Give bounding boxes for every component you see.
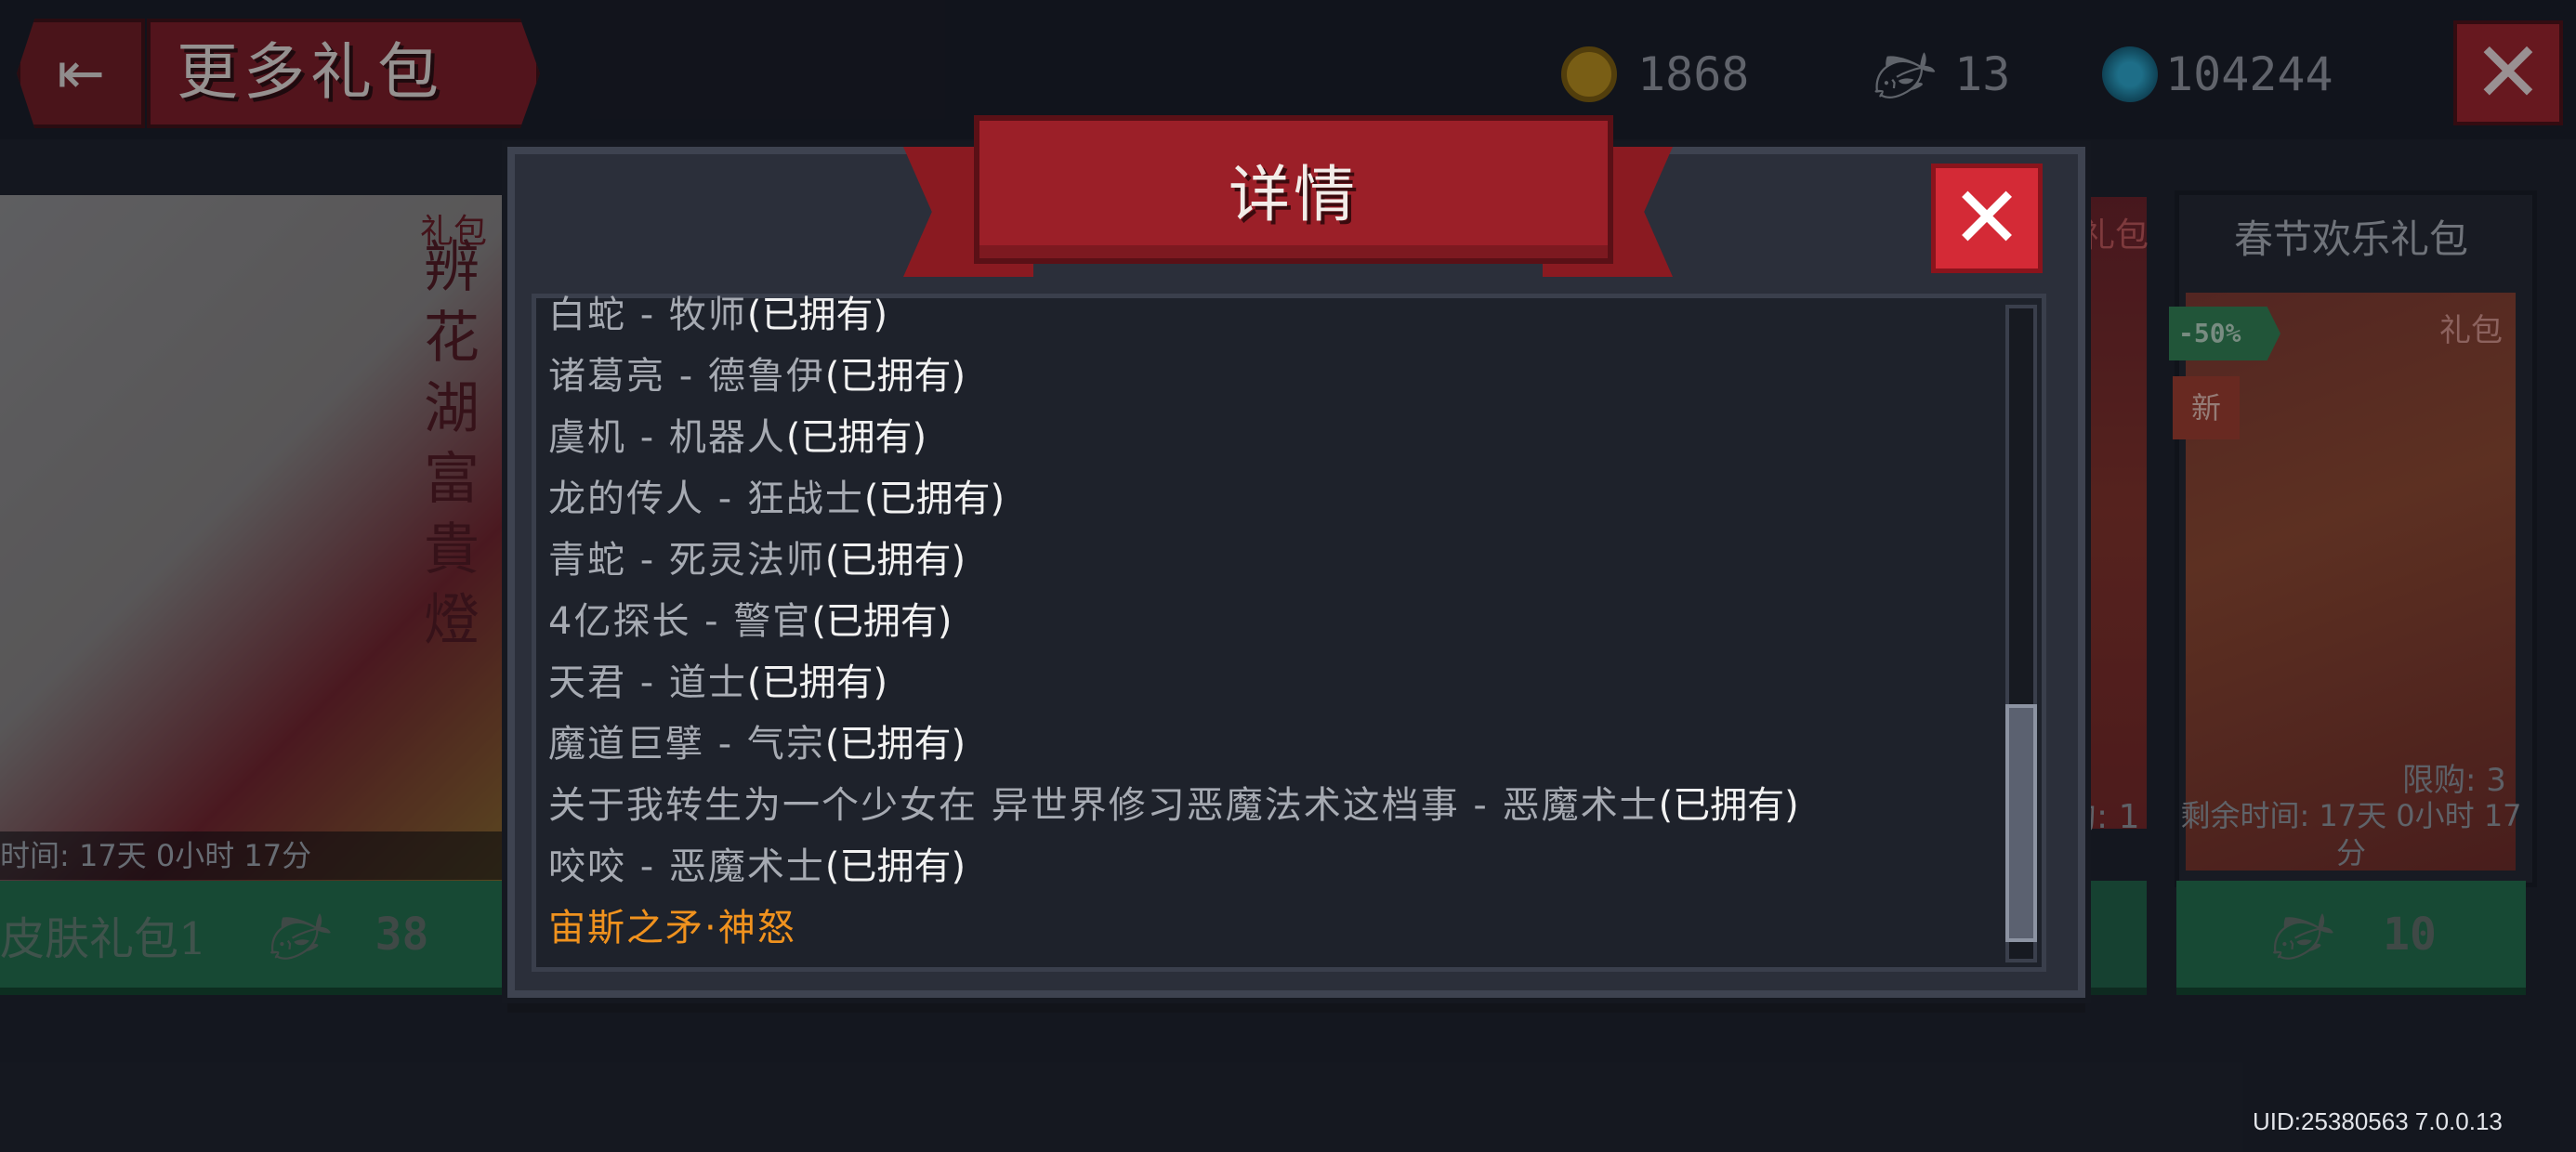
list-item: 虞机 - 机器人(已拥有)	[548, 416, 927, 459]
list-item: 魔道巨擘 - 气宗(已拥有)	[548, 723, 966, 766]
modal-title-ribbon: 详情	[974, 115, 1613, 264]
list-item: 青蛇 - 死灵法师(已拥有)	[548, 539, 966, 582]
list-item: 天君 - 道士(已拥有)	[548, 661, 888, 704]
close-icon: ✕	[1951, 168, 2023, 268]
list-item: 咬咬 - 恶魔术士(已拥有)	[548, 845, 966, 888]
modal-title: 详情	[1229, 159, 1359, 230]
uid-version-label: UID:25380563 7.0.0.13	[2253, 1107, 2503, 1135]
modal-close-button[interactable]: ✕	[1931, 164, 2043, 273]
list-item: 4亿探长 - 警官(已拥有)	[548, 600, 953, 643]
list-item: 诸葛亮 - 德鲁伊(已拥有)	[548, 355, 966, 398]
list-item: 龙的传人 - 狂战士(已拥有)	[548, 478, 1005, 520]
list-item-special: 宙斯之矛·神怒	[548, 907, 796, 949]
list-item: 白蛇 - 牧师(已拥有)	[548, 294, 888, 336]
scrollbar-thumb[interactable]	[2005, 704, 2037, 942]
list-item: 关于我转生为一个少女在 异世界修习恶魔法术这档事 - 恶魔术士(已拥有)	[548, 784, 1799, 827]
details-list[interactable]: 白蛇 - 牧师(已拥有) 诸葛亮 - 德鲁伊(已拥有) 虞机 - 机器人(已拥有…	[548, 284, 1979, 959]
